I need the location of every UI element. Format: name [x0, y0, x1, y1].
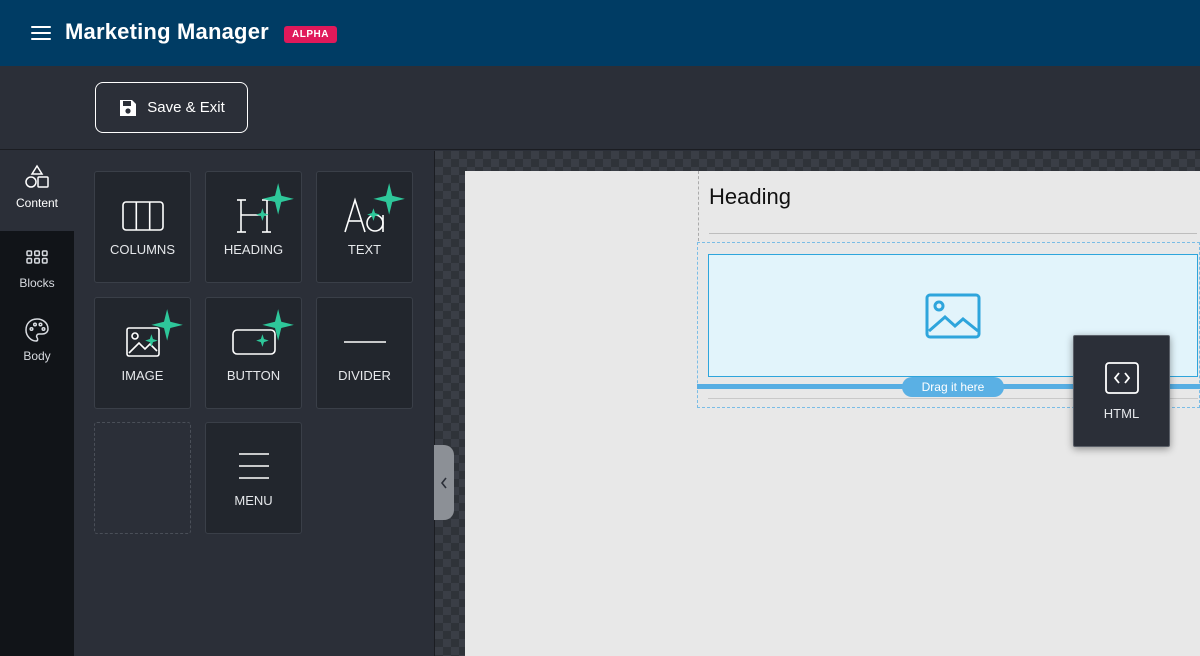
divider-line — [709, 233, 1197, 234]
tile-label: HEADING — [223, 242, 284, 257]
rail-item-blocks[interactable]: Blocks — [0, 231, 74, 311]
tile-label: BUTTON — [226, 368, 281, 383]
shapes-icon — [25, 164, 49, 188]
sparkle-icon — [145, 309, 183, 347]
tile-columns[interactable]: COLUMNS — [94, 171, 191, 283]
grid-dots-icon — [26, 250, 48, 264]
drop-hint-pill: Drag it here — [902, 377, 1004, 397]
tile-label: TEXT — [347, 242, 382, 257]
dragging-html-tile[interactable]: HTML — [1073, 335, 1170, 447]
sparkle-icon — [367, 183, 405, 221]
sparkle-icon — [256, 309, 294, 347]
tile-button[interactable]: BUTTON — [205, 297, 302, 409]
collapse-panel-handle[interactable] — [434, 445, 454, 520]
heading-block[interactable]: Heading — [698, 171, 1200, 241]
hamburger-menu-icon[interactable] — [31, 26, 51, 40]
tile-divider[interactable]: DIVIDER — [316, 297, 413, 409]
alpha-badge: ALPHA — [284, 26, 337, 43]
chevron-left-icon — [440, 477, 447, 488]
tile-heading[interactable]: HEADING — [205, 171, 302, 283]
columns-icon — [121, 201, 164, 231]
rail-item-body[interactable]: Body — [0, 304, 74, 384]
tile-label: IMAGE — [121, 368, 164, 383]
rail-item-label: Content — [15, 196, 59, 210]
tile-label: COLUMNS — [109, 242, 175, 257]
tile-label: HTML — [1103, 406, 1140, 421]
tile-label: DIVIDER — [338, 368, 391, 383]
tile-empty-slot — [94, 422, 191, 534]
code-icon — [1105, 362, 1139, 394]
left-nav-rail: Content Blocks Body — [0, 151, 74, 656]
tile-text[interactable]: TEXT — [316, 171, 413, 283]
divider-icon — [343, 341, 386, 343]
floppy-disk-icon — [120, 99, 137, 116]
palette-icon — [25, 318, 49, 342]
content-tiles-panel: COLUMNS HEADING TEXT IMAGE BUTTON DIVIDE… — [74, 151, 435, 656]
top-bar: Marketing Manager ALPHA — [0, 0, 1200, 66]
image-icon — [925, 293, 981, 338]
sparkle-icon — [256, 183, 294, 221]
save-exit-button[interactable]: Save & Exit — [95, 82, 248, 133]
toolbar: Save & Exit — [0, 66, 1200, 150]
rail-item-label: Body — [23, 349, 51, 363]
tile-image[interactable]: IMAGE — [94, 297, 191, 409]
heading-text[interactable]: Heading — [709, 184, 791, 210]
menu-icon — [238, 453, 269, 479]
save-exit-label: Save & Exit — [147, 99, 225, 116]
rail-item-content[interactable]: Content — [0, 151, 74, 231]
rail-item-label: Blocks — [19, 276, 55, 290]
tile-label: MENU — [234, 493, 273, 508]
app-title: Marketing Manager — [65, 19, 269, 44]
tile-menu[interactable]: MENU — [205, 422, 302, 534]
